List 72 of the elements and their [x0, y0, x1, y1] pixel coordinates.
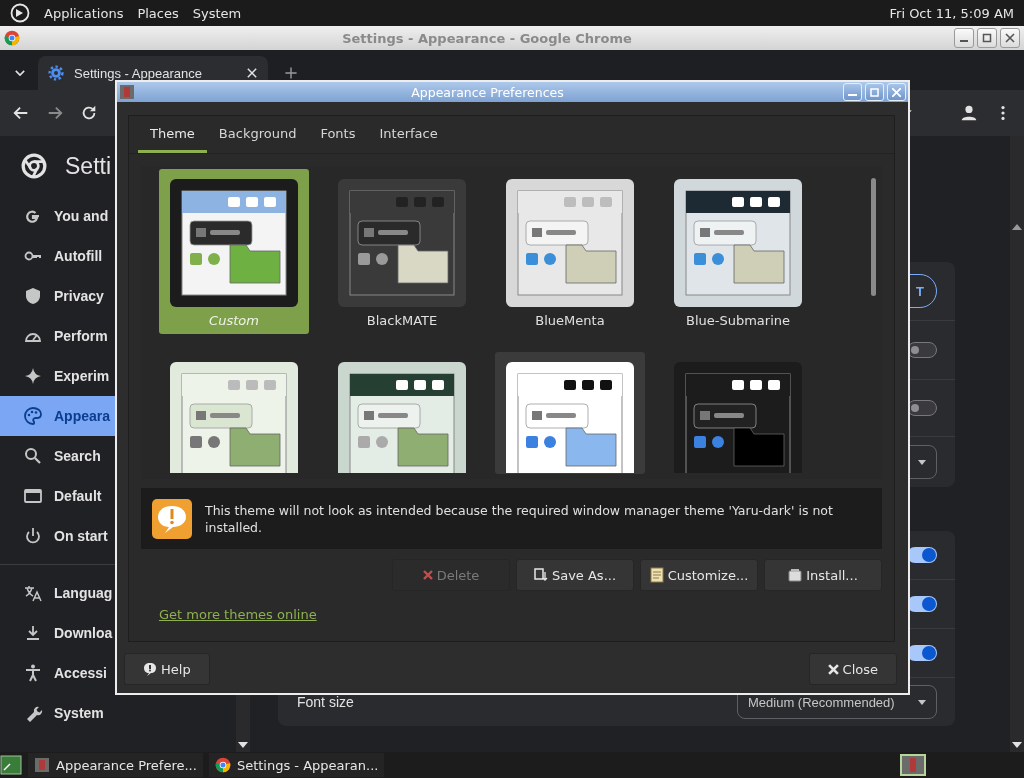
chrome-logo-icon: [21, 153, 47, 179]
page-title: Setti: [65, 152, 112, 180]
terminal-icon[interactable]: [0, 754, 22, 776]
help-button[interactable]: Help: [124, 653, 210, 685]
reload-icon[interactable]: [80, 104, 98, 122]
tray-app-icon[interactable]: [900, 754, 926, 776]
chrome-logo-icon: [214, 757, 231, 773]
warning-icon: [151, 497, 193, 540]
clock: Fri Oct 11, 5:09 AM: [889, 5, 1014, 21]
panel-menu[interactable]: Applications: [44, 5, 124, 21]
tab[interactable]: Fonts: [308, 116, 368, 153]
app-icon: [34, 757, 50, 773]
theme-item[interactable]: [495, 352, 645, 474]
gear-icon: [48, 65, 64, 81]
action-button[interactable]: Save As...: [516, 559, 634, 591]
nav-icon: [23, 446, 43, 466]
close-icon: [892, 87, 901, 97]
panel-menu[interactable]: Places: [137, 5, 179, 21]
delete-icon: [422, 570, 433, 580]
warning-message: This theme will not look as intended because the required window manager theme 'Yaru-dark' is not installed.: [205, 501, 834, 536]
dialog-title: Appearance Preferences: [410, 84, 565, 100]
nav-icon: [23, 486, 43, 506]
maximize-icon: [870, 87, 879, 97]
scroll-down-icon[interactable]: [238, 742, 248, 748]
action-button[interactable]: Customize...: [640, 559, 758, 591]
forward-icon[interactable]: [46, 104, 64, 122]
nav-item[interactable]: System: [0, 693, 220, 733]
nav-icon: [23, 526, 43, 546]
app-icon: [119, 84, 135, 100]
theme-item[interactable]: BlackMATE: [327, 169, 477, 334]
close-button[interactable]: Close: [808, 653, 897, 685]
nav-icon: [23, 286, 43, 306]
plus-icon[interactable]: [284, 66, 298, 80]
tab[interactable]: Interface: [367, 116, 450, 153]
minimize-icon: [960, 40, 968, 42]
nav-icon: [23, 583, 43, 603]
setting-label: Font size: [297, 694, 355, 710]
nav-icon: [23, 406, 43, 426]
theme-item[interactable]: Blue-Submarine: [663, 169, 813, 334]
nav-icon: [23, 663, 43, 683]
maximize-button[interactable]: [977, 28, 997, 48]
close-icon[interactable]: [246, 67, 258, 79]
action-button[interactable]: Install...: [764, 559, 882, 591]
profile-icon[interactable]: [960, 104, 978, 122]
close-icon: [1005, 33, 1015, 43]
window-title: Settings - Appearance - Google Chrome: [341, 30, 633, 46]
close-icon: [827, 663, 839, 675]
notepad-icon: [649, 567, 664, 583]
save-icon: [533, 568, 548, 582]
minimize-button[interactable]: [954, 28, 974, 48]
back-icon[interactable]: [12, 104, 30, 122]
panel-menu[interactable]: System: [192, 5, 242, 21]
themes-link[interactable]: Get more themes online: [159, 607, 317, 622]
tab[interactable]: Background: [206, 116, 309, 153]
scrollbar-thumb[interactable]: [871, 178, 876, 296]
scroll-down-icon[interactable]: [1012, 742, 1022, 748]
taskbar-button[interactable]: Appearance Prefere...: [28, 753, 203, 777]
distro-logo-icon[interactable]: [10, 3, 30, 23]
maximize-icon: [982, 33, 992, 43]
help-icon: [143, 662, 157, 676]
caret-icon: [918, 699, 926, 705]
close-button[interactable]: [1000, 28, 1020, 48]
theme-item[interactable]: BlueMenta: [495, 169, 645, 334]
taskbar-button[interactable]: Settings - Appearan...: [208, 753, 385, 777]
chrome-logo-icon: [4, 30, 20, 46]
scroll-up-icon[interactable]: [1012, 224, 1022, 230]
package-icon: [788, 568, 803, 582]
nav-item[interactable]: Search: [0, 436, 220, 476]
minimize-icon: [848, 94, 857, 96]
nav-item[interactable]: Experim: [0, 356, 220, 396]
tab[interactable]: Theme: [138, 116, 207, 153]
caret-icon: [918, 459, 926, 465]
